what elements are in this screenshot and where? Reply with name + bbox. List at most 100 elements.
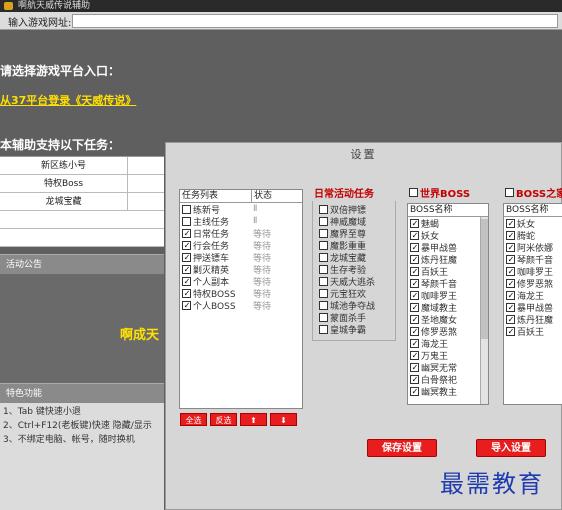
checkbox[interactable]	[319, 288, 328, 298]
checkbox-checked[interactable]	[410, 266, 419, 276]
list-item[interactable]: 咖啡罗王	[506, 265, 562, 278]
checkbox-checked[interactable]	[410, 290, 419, 300]
checkbox-checked[interactable]	[182, 252, 191, 262]
list-item[interactable]: 白骨祭祀	[410, 373, 488, 386]
checkbox[interactable]	[319, 300, 328, 310]
list-item[interactable]: 百妖王	[506, 325, 562, 338]
list-item[interactable]: 妖女	[410, 229, 488, 242]
list-item[interactable]: 魔影重重	[319, 239, 395, 252]
list-item[interactable]: 城池争夺战	[319, 299, 395, 312]
list-item[interactable]: 剿灭精英等待	[182, 263, 302, 276]
list-item[interactable]: 暴甲战兽	[506, 301, 562, 314]
list-item[interactable]: 妖女	[506, 217, 562, 230]
checkbox-checked[interactable]	[506, 266, 515, 276]
list-item[interactable]: 个人副本等待	[182, 275, 302, 288]
checkbox-checked[interactable]	[410, 230, 419, 240]
checkbox-checked[interactable]	[410, 242, 419, 252]
list-item[interactable]: 炼丹狂魔	[506, 313, 562, 326]
list-item[interactable]: 修罗恶煞	[410, 325, 488, 338]
checkbox-checked[interactable]	[410, 218, 419, 228]
boss-home-checkbox[interactable]	[505, 188, 514, 197]
list-item[interactable]: 圣地魔女	[410, 313, 488, 326]
list-item[interactable]: 元宝狂欢	[319, 287, 395, 300]
checkbox-checked[interactable]	[182, 228, 191, 238]
checkbox-checked[interactable]	[410, 362, 419, 372]
checkbox[interactable]	[319, 264, 328, 274]
checkbox-checked[interactable]	[182, 288, 191, 298]
list-item[interactable]: 魅蝎	[410, 217, 488, 230]
list-item[interactable]: 万鬼王	[410, 349, 488, 362]
list-item[interactable]: 百妖王	[410, 265, 488, 278]
checkbox-checked[interactable]	[506, 290, 515, 300]
move-down-button[interactable]: ⬇	[270, 413, 297, 426]
scrollbar-thumb[interactable]	[481, 219, 488, 339]
list-item[interactable]: 腾蛇	[506, 229, 562, 242]
list-item[interactable]: 行会任务等待	[182, 239, 302, 252]
list-item[interactable]: 双倍押镖	[319, 203, 395, 216]
checkbox[interactable]	[182, 204, 191, 214]
checkbox-checked[interactable]	[506, 302, 515, 312]
checkbox-checked[interactable]	[506, 230, 515, 240]
checkbox[interactable]	[319, 324, 328, 334]
save-settings-button[interactable]: 保存设置	[367, 439, 437, 457]
checkbox[interactable]	[319, 240, 328, 250]
checkbox-checked[interactable]	[410, 302, 419, 312]
checkbox-checked[interactable]	[410, 350, 419, 360]
world-boss-scrollbar[interactable]	[480, 217, 488, 404]
checkbox-checked[interactable]	[506, 242, 515, 252]
list-item[interactable]: 主线任务 Ⅱ	[182, 215, 302, 228]
list-item[interactable]: 咖啡罗王	[410, 289, 488, 302]
checkbox-checked[interactable]	[506, 326, 515, 336]
checkbox[interactable]	[319, 252, 328, 262]
list-item[interactable]: 海龙王	[506, 289, 562, 302]
list-item[interactable]: 魔域教主	[410, 301, 488, 314]
checkbox-checked[interactable]	[506, 278, 515, 288]
checkbox[interactable]	[182, 216, 191, 226]
list-item[interactable]: 神威魔域	[319, 215, 395, 228]
checkbox-checked[interactable]	[182, 264, 191, 274]
checkbox-checked[interactable]	[506, 254, 515, 264]
list-item[interactable]: 日常任务等待	[182, 227, 302, 240]
list-item[interactable]: 蒙面杀手	[319, 311, 395, 324]
checkbox-checked[interactable]	[410, 374, 419, 384]
select-all-button[interactable]: 全选	[180, 413, 207, 426]
list-item[interactable]: 幽冥无常	[410, 361, 488, 374]
checkbox-checked[interactable]	[410, 254, 419, 264]
list-item[interactable]: 押送镖车等待	[182, 251, 302, 264]
list-item[interactable]: 特权BOSS等待	[182, 287, 302, 300]
checkbox-checked[interactable]	[506, 314, 515, 324]
import-settings-button[interactable]: 导入设置	[476, 439, 546, 457]
checkbox-checked[interactable]	[410, 314, 419, 324]
checkbox[interactable]	[319, 216, 328, 226]
list-item[interactable]: 练新号 Ⅱ	[182, 203, 302, 216]
checkbox-checked[interactable]	[410, 326, 419, 336]
checkbox-checked[interactable]	[182, 300, 191, 310]
list-item[interactable]: 天威大逃杀	[319, 275, 395, 288]
list-item[interactable]: 阿米依娜	[506, 241, 562, 254]
list-item[interactable]: 炼丹狂魔	[410, 253, 488, 266]
checkbox-checked[interactable]	[410, 338, 419, 348]
list-item[interactable]: 魔界至尊	[319, 227, 395, 240]
list-item[interactable]: 生存考验	[319, 263, 395, 276]
checkbox[interactable]	[319, 228, 328, 238]
checkbox-checked[interactable]	[182, 276, 191, 286]
checkbox-checked[interactable]	[182, 240, 191, 250]
list-item[interactable]: 海龙王	[410, 337, 488, 350]
invert-select-button[interactable]: 反选	[210, 413, 237, 426]
checkbox[interactable]	[319, 204, 328, 214]
url-input[interactable]	[72, 14, 558, 28]
checkbox-checked[interactable]	[506, 218, 515, 228]
list-item[interactable]: 幽冥教主	[410, 385, 488, 398]
list-item[interactable]: 琴颜千音	[506, 253, 562, 266]
world-boss-checkbox[interactable]	[409, 188, 418, 197]
list-item[interactable]: 龙城宝藏	[319, 251, 395, 264]
checkbox[interactable]	[319, 312, 328, 322]
login-37-link[interactable]: 从37平台登录《天威传说》	[0, 92, 136, 108]
list-item[interactable]: 琴颜千音	[410, 277, 488, 290]
list-item[interactable]: 暴甲战兽	[410, 241, 488, 254]
list-item[interactable]: 修罗恶煞	[506, 277, 562, 290]
checkbox-checked[interactable]	[410, 278, 419, 288]
checkbox-checked[interactable]	[410, 386, 419, 396]
move-up-button[interactable]: ⬆	[240, 413, 267, 426]
list-item[interactable]: 个人BOSS 等待	[182, 299, 302, 312]
